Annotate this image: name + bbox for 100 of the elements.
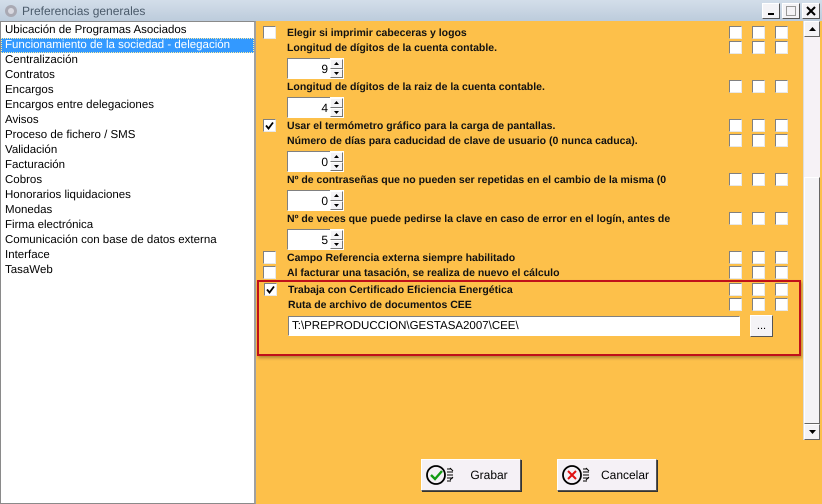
flag-checkbox[interactable] [775, 212, 788, 225]
down-arrow-icon [334, 110, 339, 114]
flag-checkbox[interactable] [752, 251, 765, 264]
path-field[interactable]: T:\PREPRODUCCION\GESTASA2007\CEE\ [288, 316, 740, 336]
setting-label: Longitud de dígitos de la cuenta contable. [287, 42, 498, 54]
scroll-thumb[interactable] [804, 177, 820, 424]
down-arrow-icon [334, 72, 339, 75]
up-arrow-icon [334, 155, 339, 158]
option-label: Usar el termómetro gráfico para la carga de pantallas. [287, 120, 556, 132]
scroll-down-button[interactable] [804, 424, 820, 440]
flag-checkbox[interactable] [729, 119, 742, 132]
category-item[interactable]: Contratos [1, 68, 254, 83]
cancel-button[interactable]: Cancelar [557, 459, 657, 491]
flag-checkbox[interactable] [775, 251, 788, 264]
down-arrow-icon [808, 430, 816, 434]
category-item[interactable]: Monedas [1, 203, 254, 218]
option-checkbox[interactable] [263, 26, 276, 39]
category-item[interactable]: Comunicación con base de datos externa [1, 233, 254, 248]
browse-button[interactable]: ... [750, 315, 773, 337]
category-item[interactable]: Honorarios liquidaciones [1, 188, 254, 203]
number-field[interactable]: 0 [287, 151, 330, 172]
window-title: Preferencias generales [22, 4, 146, 18]
spin-up-button[interactable] [330, 152, 343, 162]
up-arrow-icon [334, 62, 339, 66]
flag-checkbox[interactable] [729, 283, 742, 296]
category-item[interactable]: Proceso de fichero / SMS [1, 128, 254, 143]
maximize-button[interactable] [782, 2, 800, 18]
scroll-up-button[interactable] [804, 21, 820, 37]
up-arrow-icon [334, 233, 339, 236]
number-field[interactable]: 9 [287, 58, 330, 79]
category-item[interactable]: Validación [1, 143, 254, 158]
save-button[interactable]: Grabar [421, 459, 521, 491]
up-arrow-icon [334, 194, 339, 198]
number-field[interactable]: 0 [287, 190, 330, 211]
flag-checkbox[interactable] [729, 134, 742, 147]
flag-checkbox[interactable] [729, 251, 742, 264]
setting-label: Longitud de dígitos de la raiz de la cuenta contable. [287, 80, 546, 92]
flag-checkbox[interactable] [729, 41, 742, 54]
flag-checkbox[interactable] [729, 266, 742, 279]
flag-checkbox[interactable] [752, 80, 765, 93]
flag-checkbox[interactable] [775, 26, 788, 39]
flag-checkbox[interactable] [775, 266, 788, 279]
flag-checkbox[interactable] [775, 283, 788, 296]
category-item[interactable]: Cobros [1, 173, 254, 188]
up-arrow-icon [808, 27, 816, 31]
flag-checkbox[interactable] [729, 298, 742, 311]
down-arrow-icon [334, 164, 339, 168]
flag-checkbox[interactable] [729, 80, 742, 93]
flag-checkbox[interactable] [752, 119, 765, 132]
flag-checkbox[interactable] [752, 134, 765, 147]
flag-checkbox[interactable] [752, 283, 765, 296]
flag-checkbox[interactable] [775, 119, 788, 132]
close-button[interactable] [802, 2, 820, 18]
category-item[interactable]: Firma electrónica [1, 218, 254, 233]
flag-checkbox[interactable] [775, 173, 788, 186]
category-item[interactable]: Avisos [1, 113, 254, 128]
category-item[interactable]: Centralización [1, 53, 254, 68]
option-checkbox[interactable] [263, 251, 276, 264]
minimize-icon [768, 12, 774, 14]
category-item[interactable]: Ubicación de Programas Asociados [1, 23, 254, 38]
flag-checkbox[interactable] [752, 212, 765, 225]
flag-checkbox[interactable] [729, 173, 742, 186]
flag-checkbox[interactable] [775, 298, 788, 311]
number-field[interactable]: 5 [287, 229, 330, 250]
gear-icon [4, 4, 18, 18]
flag-checkbox[interactable] [752, 266, 765, 279]
down-arrow-icon [334, 204, 339, 207]
option-label: Trabaja con Certificado Eficiencia Energética [288, 284, 514, 296]
setting-label: Número de días para caducidad de clave de usuario (0 nunca caduca). [287, 134, 639, 146]
close-icon [806, 6, 816, 16]
spin-up-button[interactable] [330, 59, 343, 68]
category-item[interactable]: Encargos [1, 83, 254, 98]
flag-checkbox[interactable] [729, 26, 742, 39]
flag-checkbox[interactable] [729, 212, 742, 225]
spin-up-button[interactable] [330, 230, 343, 240]
option-checkbox[interactable] [264, 283, 277, 296]
minimize-button[interactable] [762, 2, 780, 18]
option-label: Al facturar una tasación, se realiza de nuevo el cálculo [287, 266, 561, 278]
category-item[interactable]: Encargos entre delegaciones [1, 98, 254, 113]
flag-checkbox[interactable] [752, 173, 765, 186]
scrollbar[interactable] [803, 21, 820, 440]
flag-checkbox[interactable] [752, 41, 765, 54]
spin-up-button[interactable] [330, 191, 343, 200]
category-item[interactable]: Facturación [1, 158, 254, 173]
flag-checkbox[interactable] [775, 41, 788, 54]
option-label: Elegir si imprimir cabeceras y logos [287, 26, 468, 38]
number-field[interactable]: 4 [287, 97, 330, 118]
maximize-icon [786, 6, 796, 16]
option-checkbox[interactable] [263, 119, 276, 132]
category-item[interactable]: TasaWeb [1, 263, 254, 278]
category-item[interactable]: Interface [1, 248, 254, 263]
option-checkbox[interactable] [263, 266, 276, 279]
flag-checkbox[interactable] [752, 298, 765, 311]
setting-label: Nº de veces que puede pedirse la clave en caso de error en el logín, antes de [287, 212, 672, 224]
setting-label: Ruta de archivo de documentos CEE [288, 298, 473, 310]
flag-checkbox[interactable] [752, 26, 765, 39]
spin-up-button[interactable] [330, 98, 343, 108]
flag-checkbox[interactable] [775, 134, 788, 147]
flag-checkbox[interactable] [775, 80, 788, 93]
option-label: Campo Referencia externa siempre habilitado [287, 252, 516, 264]
